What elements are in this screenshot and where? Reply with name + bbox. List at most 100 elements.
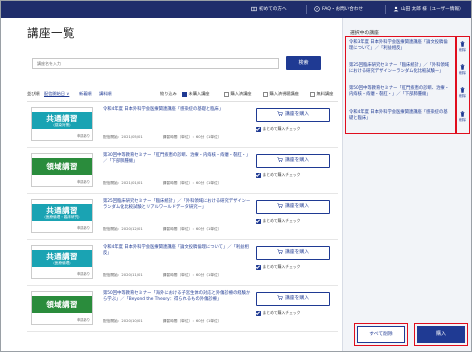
course-duration-label: 講習時間（単位）： [162, 273, 196, 277]
filter-checkbox[interactable] [182, 91, 187, 97]
cart-icon [277, 111, 283, 116]
course-thumbnail[interactable]: 共通講習 (医療倫理) 申請あり [31, 245, 93, 279]
bulk-buy-checkbox[interactable]: まとめて購入チェック [256, 172, 300, 178]
course-title-link[interactable]: 令和4年度 日本外科学会医療関連講座「感染症の基礎と臨床」 [103, 107, 251, 113]
filter-purchased[interactable]: 購入済講座 [224, 91, 251, 97]
page-title: 講座一覧 [27, 26, 75, 40]
filter-option-label: 購入済視聴講座 [269, 91, 299, 96]
course-meta: 配信開始：2020/10/01 講習時間（単位）：60分（1単位） [103, 319, 221, 324]
filter-free[interactable]: 無料講座 [310, 91, 333, 97]
bulk-buy-label: まとめて購入チェック [262, 218, 301, 223]
course-title-link[interactable]: 令和4年度 日本外科学会医療関連講座「論文投稿倫理について」／「利益相反」 [103, 245, 251, 257]
course-row: 共通講習 (医療倫理・臨床研究) 申請あり 第25回臨床研究セミナー「臨床統計」… [27, 194, 338, 240]
course-duration: 60分（1単位） [195, 135, 222, 139]
thumbnail-title: 領域講習 [46, 299, 78, 309]
first-time-link[interactable]: 初めての方へ [251, 1, 287, 18]
checkbox-checked[interactable] [256, 218, 261, 224]
filter-unpurchased[interactable]: 未購入講座 [182, 91, 209, 97]
course-title-link[interactable]: 第30回中等教育セミナー「肛門疾患の診断、治療・内痔核・痔瘻・裂肛・」／「下部肺… [103, 153, 251, 165]
bulk-buy-checkbox[interactable]: まとめて購入チェック [256, 264, 300, 270]
thumbnail-badge: 申請あり [77, 180, 90, 184]
course-date: 配信開始：2020/11/01 [103, 273, 143, 277]
cart-icon [277, 249, 283, 254]
buy-course-button[interactable]: 講座を購入 [256, 108, 330, 122]
course-meta: 配信開始：2020/12/01 講習時間（単位）：60分（1単位） [103, 227, 221, 232]
delete-item-button[interactable]: 削除 [457, 86, 468, 102]
course-thumbnail[interactable]: 領域講習 申請あり [31, 153, 93, 187]
search-input[interactable] [32, 58, 279, 69]
selected-item[interactable]: 第50回中等教育セミナー「肛門疾患の診断、治療・内痔核・痔瘻・裂肛・」／「下部肺… [349, 86, 449, 98]
sort-option-price[interactable]: 講料順 [99, 91, 112, 97]
buy-course-label: 講座を購入 [285, 158, 309, 163]
course-title-link[interactable]: 第25回臨床研究セミナー「臨床統計」／「外科領域における研究デザインーランダム化… [103, 199, 251, 211]
course-thumbnail[interactable]: 領域講習 申請あり [31, 291, 93, 325]
sort-option-newest[interactable]: 新着順 [79, 91, 92, 97]
checkbox-checked[interactable] [256, 172, 261, 178]
buy-course-button[interactable]: 講座を購入 [256, 292, 330, 306]
delete-label: 削除 [459, 48, 466, 52]
course-duration-label: 講習時間（単位）： [162, 181, 196, 185]
sort-option-start-date[interactable]: 配信開始日 ∨ [44, 91, 69, 97]
user-icon [393, 6, 399, 11]
course-meta: 配信開始：2021/05/01 講習時間（単位）：60分（1単位） [103, 135, 221, 140]
bulk-buy-checkbox[interactable]: まとめて購入チェック [256, 126, 300, 132]
filter-option-label: 無料講座 [316, 91, 334, 96]
checkbox-checked[interactable] [256, 264, 261, 270]
checkbox-checked[interactable] [256, 310, 261, 316]
course-duration-label: 講習時間（単位）： [162, 227, 196, 231]
course-meta: 配信開始：2021/01/01 講習時間（単位）：60分（1単位） [103, 181, 221, 186]
header-divider [306, 5, 307, 14]
course-title-link[interactable]: 第50回中等教育セミナー「海外における子宮生体の対応と外傷診療の経験から学ぶ」／… [103, 291, 251, 303]
thumbnail-title: 領域講習 [46, 161, 78, 171]
sort-label: 並び順 [27, 91, 40, 96]
selected-item[interactable]: 令和4年度 日本外科学会医療関連講座「感染症の基礎と臨床」 [349, 110, 449, 122]
panel-title: 選択中の講座 [350, 31, 379, 36]
course-date: 配信開始：2021/01/01 [103, 181, 143, 185]
bulk-buy-label: まとめて購入チェック [262, 310, 301, 315]
buy-course-label: 講座を購入 [285, 296, 309, 301]
clear-all-button[interactable]: すべて削除 [357, 326, 405, 343]
delete-item-button[interactable]: 削除 [457, 110, 468, 126]
course-thumbnail[interactable]: 共通講習 (感染対策) 申請あり [31, 107, 93, 141]
bulk-buy-checkbox[interactable]: まとめて購入チェック [256, 218, 300, 224]
selected-item[interactable]: 令和3年度 日本外科学会医療関連講座「論文投稿倫理について」／「利益相反」 [349, 40, 449, 52]
trash-icon [460, 87, 465, 93]
trash-icon [460, 111, 465, 117]
checkbox-checked[interactable] [256, 126, 261, 132]
course-duration: 60分（1単位） [195, 319, 222, 323]
bulk-buy-label: まとめて購入チェック [262, 172, 301, 177]
search-button[interactable]: 検索 [286, 56, 321, 70]
course-meta: 配信開始：2020/11/01 講習時間（単位）：60分（1単位） [103, 273, 221, 278]
trash-icon [460, 64, 465, 70]
user-label: 山田 太郎 様（ユーザー情報） [401, 7, 464, 12]
filter-checkbox[interactable] [263, 91, 268, 97]
buy-course-button[interactable]: 講座を購入 [256, 154, 330, 168]
checkout-button[interactable]: 購入 [417, 326, 465, 343]
course-duration-label: 講習時間（単位）： [162, 135, 196, 139]
cart-icon [277, 295, 283, 300]
thumbnail-badge: 申請あり [77, 272, 90, 276]
user-menu[interactable]: 山田 太郎 様（ユーザー情報） [393, 1, 464, 18]
thumbnail-title: 共通講習 [46, 205, 78, 215]
delete-item-button[interactable]: 削除 [457, 40, 468, 56]
bulk-buy-checkbox[interactable]: まとめて購入チェック [256, 310, 300, 316]
filter-purchased-watched[interactable]: 購入済視聴講座 [263, 91, 299, 97]
delete-item-button[interactable]: 削除 [457, 63, 468, 79]
buy-course-button[interactable]: 講座を購入 [256, 200, 330, 214]
thumbnail-band: 領域講習 [32, 296, 92, 313]
thumbnail-subtitle: (医療倫理・臨床研究) [44, 214, 80, 219]
faq-link[interactable]: ? FAQ・お問い合わせ [314, 1, 363, 18]
filter-checkbox[interactable] [310, 91, 315, 97]
buy-course-button[interactable]: 講座を購入 [256, 246, 330, 260]
filter-checkbox[interactable] [224, 91, 229, 97]
selected-item[interactable]: 第25回臨床研究セミナー「臨床統計」／「外科領域における研究デザインーランダム化… [349, 63, 449, 75]
buy-course-label: 講座を購入 [285, 250, 309, 255]
course-thumbnail[interactable]: 共通講習 (医療倫理・臨床研究) 申請あり [31, 199, 93, 233]
course-row: 共通講習 (医療倫理) 申請あり 令和4年度 日本外科学会医療関連講座「論文投稿… [27, 240, 338, 286]
thumbnail-band: 共通講習 (医療倫理・臨床研究) [32, 204, 92, 221]
thumbnail-band: 共通講習 (感染対策) [32, 112, 92, 129]
filter-option-label: 未購入講座 [188, 91, 210, 96]
thumbnail-title: 共通講習 [46, 113, 78, 123]
thumbnail-band: 領域講習 [32, 158, 92, 175]
course-duration: 60分（1単位） [195, 181, 222, 185]
